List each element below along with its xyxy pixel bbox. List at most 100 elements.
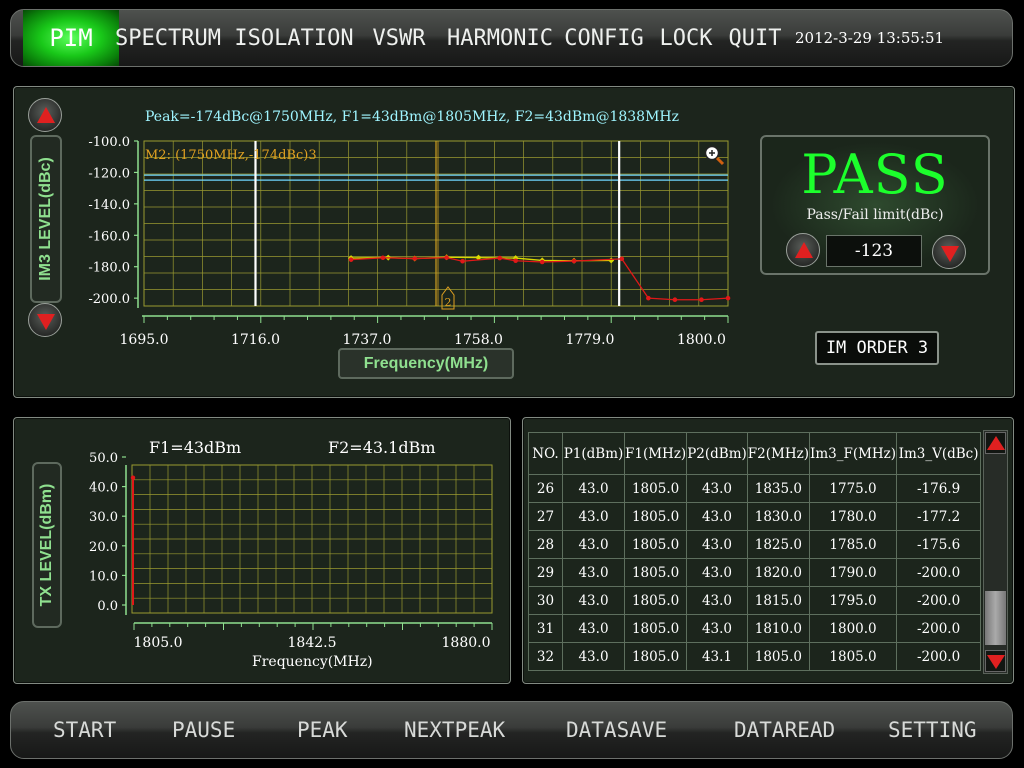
cell-p2: 43.0: [686, 502, 748, 531]
cell-f1: 1805.0: [623, 530, 688, 559]
y-tick-label: -200.0: [88, 292, 130, 307]
cell-f1: 1805.0: [623, 558, 688, 587]
cell-p2: 43.0: [686, 558, 748, 587]
cell-im3-v: -175.6: [896, 530, 982, 559]
cell-p1: 43.0: [562, 642, 625, 671]
scroll-thumb[interactable]: [985, 591, 1006, 645]
scroll-up-button[interactable]: [985, 432, 1006, 454]
table-row[interactable]: 31 43.0 1805.0 43.0 1810.0 1800.0 -200.0: [528, 614, 982, 643]
cell-im3-f: 1785.0: [808, 530, 898, 559]
y-tick-label: 40.0: [89, 481, 118, 496]
x-tick-label: 1800.0: [677, 332, 726, 347]
menu-spectrum[interactable]: SPECTRUM: [115, 10, 221, 66]
marker-label: M2: (1750MHz,-174dBc)3: [145, 148, 317, 163]
limit-up-button[interactable]: [786, 233, 820, 267]
table-row[interactable]: 27 43.0 1805.0 43.0 1830.0 1780.0 -177.2: [528, 502, 982, 531]
cell-f1: 1805.0: [623, 642, 688, 671]
menu-pim[interactable]: PIM: [23, 10, 119, 66]
cell-p1: 43.0: [562, 530, 625, 559]
cell-im3-f: 1805.0: [808, 642, 898, 671]
dataread-button[interactable]: DATAREAD: [734, 702, 835, 758]
data-point: [497, 255, 503, 261]
x-tick-label: 1880.0: [442, 635, 491, 651]
cell-p1: 43.0: [562, 586, 625, 615]
data-point: [460, 258, 465, 264]
x-tick-label: 1737.0: [342, 332, 391, 347]
cell-f2: 1835.0: [746, 474, 810, 503]
x-tick-label: 1695.0: [120, 332, 169, 347]
cell-im3-f: 1780.0: [808, 502, 898, 531]
y-tick-label: 30.0: [89, 510, 118, 525]
bottom-button-bar: START PAUSE PEAK NEXTPEAK DATASAVE DATAR…: [10, 701, 1013, 759]
col-header-p1: P1(dBm): [562, 432, 625, 475]
table-row[interactable]: 28 43.0 1805.0 43.0 1825.0 1785.0 -175.6: [528, 530, 982, 559]
data-point: [672, 297, 678, 303]
menu-lock[interactable]: LOCK: [659, 10, 713, 66]
cell-im3-f: 1775.0: [808, 474, 898, 503]
menu-vswr[interactable]: VSWR: [367, 10, 431, 66]
cell-no: 26: [528, 474, 563, 503]
table-row[interactable]: 32 43.0 1805.0 43.1 1805.0 1805.0 -200.0: [528, 642, 982, 671]
tx-x-axis-label: Frequency(MHz): [252, 654, 373, 670]
table-scrollbar[interactable]: [983, 430, 1008, 674]
arrow-down-icon: [941, 246, 959, 262]
im-order-button[interactable]: IM ORDER 3: [815, 331, 939, 365]
arrow-down-icon: [987, 655, 1005, 669]
frequency-axis-button[interactable]: Frequency(MHz): [338, 348, 514, 379]
cell-no: 31: [528, 614, 563, 643]
limit-down-button[interactable]: [932, 235, 966, 269]
col-header-f1: F1(MHz): [623, 432, 688, 475]
cell-p2: 43.0: [686, 614, 748, 643]
y-tick-label: 20.0: [89, 540, 118, 555]
cell-no: 30: [528, 586, 563, 615]
cell-no: 28: [528, 530, 563, 559]
table-row[interactable]: 29 43.0 1805.0 43.0 1820.0 1790.0 -200.0: [528, 558, 982, 587]
top-menu-bar: PIM SPECTRUM ISOLATION VSWR HARMONIC CON…: [10, 9, 1013, 67]
cell-f1: 1805.0: [623, 614, 688, 643]
menu-config[interactable]: CONFIG: [564, 10, 644, 66]
x-tick-label: 1716.0: [231, 332, 280, 347]
arrow-up-icon: [987, 436, 1005, 450]
cell-p1: 43.0: [562, 502, 625, 531]
start-button[interactable]: START: [53, 702, 116, 758]
cell-im3-f: 1790.0: [808, 558, 898, 587]
data-point: [513, 258, 518, 264]
x-tick-label: 1805.0: [134, 635, 183, 651]
nextpeak-button[interactable]: NEXTPEAK: [404, 702, 505, 758]
menu-harmonic[interactable]: HARMONIC: [447, 10, 553, 66]
cell-im3-v: -176.9: [896, 474, 982, 503]
scroll-down-button[interactable]: [985, 650, 1006, 672]
limit-value-field[interactable]: -123: [826, 235, 922, 267]
x-tick-label: 1779.0: [565, 332, 614, 347]
menu-isolation[interactable]: ISOLATION: [234, 10, 353, 66]
cell-no: 29: [528, 558, 563, 587]
col-header-im3-v: Im3_V(dBc): [896, 432, 982, 475]
setting-button[interactable]: SETTING: [888, 702, 977, 758]
y-tick-label: -160.0: [88, 229, 130, 244]
cell-p1: 43.0: [562, 558, 625, 587]
data-point: [619, 256, 625, 262]
im3-panel: IM3 LEVEL(dBc) Peak=-174dBc@1750MHz, F1=…: [13, 86, 1015, 398]
datasave-button[interactable]: DATASAVE: [566, 702, 667, 758]
cell-f2: 1820.0: [746, 558, 810, 587]
cell-im3-v: -200.0: [896, 558, 982, 587]
x-tick-label: 1758.0: [454, 332, 503, 347]
data-point: [412, 256, 418, 261]
cell-im3-v: -200.0: [896, 642, 982, 671]
data-point: [725, 295, 731, 301]
cell-f2: 1825.0: [746, 530, 810, 559]
cell-f2: 1810.0: [746, 614, 810, 643]
col-header-im3-f: Im3_F(MHz): [808, 432, 898, 475]
marker-tag-text: 2: [445, 296, 452, 309]
table-row[interactable]: 26 43.0 1805.0 43.0 1835.0 1775.0 -176.9: [528, 474, 982, 503]
col-header-no: NO.: [528, 432, 563, 475]
table-row[interactable]: 30 43.0 1805.0 43.0 1815.0 1795.0 -200.0: [528, 586, 982, 615]
y-tick-label: 50.0: [89, 451, 118, 466]
menu-quit[interactable]: QUIT: [727, 10, 783, 66]
peak-button[interactable]: PEAK: [297, 702, 348, 758]
pause-button[interactable]: PAUSE: [172, 702, 235, 758]
tx-chart[interactable]: 50.0 40.0 30.0 20.0 10.0 0.0 1805.0 1842.5 1880.…: [14, 418, 504, 658]
cell-f1: 1805.0: [623, 474, 688, 503]
cell-f1: 1805.0: [623, 502, 688, 531]
im3-chart[interactable]: -100.0 -120.0 -140.0 -160.0 -180.0 -200.0 1695…: [14, 87, 754, 347]
